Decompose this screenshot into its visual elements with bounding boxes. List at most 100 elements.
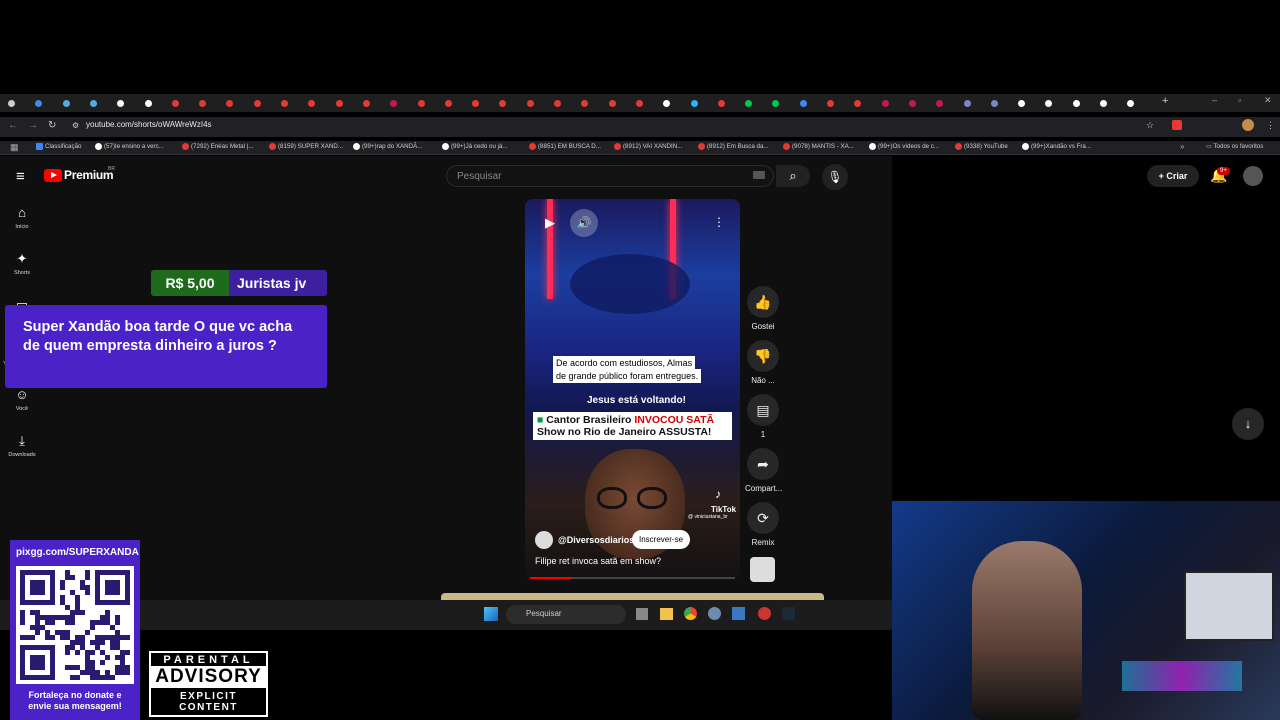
next-short-arrow-icon[interactable]: ↓ bbox=[1232, 408, 1264, 440]
volume-icon[interactable]: 🔊 bbox=[570, 209, 598, 237]
nav-item[interactable]: ☺ Você bbox=[0, 388, 44, 413]
browser-tab[interactable] bbox=[963, 100, 971, 107]
bookmark-item[interactable]: (99+)Xandão vs Fra... bbox=[1022, 143, 1091, 150]
browser-tab[interactable] bbox=[472, 100, 480, 107]
bookmark-item[interactable]: Classificação bbox=[36, 143, 81, 150]
channel-name[interactable]: @Diversosdiarios bbox=[558, 535, 634, 545]
all-bookmarks[interactable]: ▭ Todos os favoritos bbox=[1206, 143, 1263, 150]
browser-tab[interactable] bbox=[526, 100, 534, 107]
browser-tab[interactable] bbox=[1127, 100, 1135, 107]
short-description[interactable]: Filipe ret invoca satã em show? bbox=[535, 556, 661, 566]
bookmark-item[interactable]: (99+)Os vídeos de c... bbox=[869, 143, 939, 150]
browser-tab[interactable] bbox=[35, 100, 43, 107]
maximize-icon[interactable]: ▫ bbox=[1238, 95, 1241, 105]
short-video-player[interactable]: ▶ 🔊 ⋮ De acordo com estudiosos, Almas de… bbox=[525, 199, 740, 581]
url-field[interactable]: youtube.com/shorts/oWAWreWzI4s bbox=[86, 120, 212, 129]
bookmark-star-icon[interactable]: ☆ bbox=[1146, 120, 1154, 131]
browser-tab[interactable] bbox=[717, 100, 725, 107]
browser-tab[interactable] bbox=[362, 100, 370, 107]
voice-search-button[interactable]: 🎙 bbox=[822, 164, 848, 190]
browser-tab[interactable] bbox=[281, 100, 288, 107]
extension-icon[interactable] bbox=[1172, 120, 1182, 130]
browser-tab[interactable] bbox=[1018, 100, 1026, 107]
nav-item[interactable]: ⤓ Downloads bbox=[0, 434, 44, 459]
profile-avatar[interactable] bbox=[1242, 119, 1254, 131]
channel-avatar[interactable] bbox=[535, 531, 553, 549]
back-icon[interactable]: ← bbox=[8, 120, 18, 131]
browser-tab[interactable] bbox=[854, 100, 862, 107]
browser-tab[interactable] bbox=[581, 100, 589, 107]
bookmark-item[interactable]: (9078) MANTIS - XA... bbox=[783, 143, 854, 150]
browser-tab[interactable] bbox=[799, 100, 807, 107]
forward-icon[interactable]: → bbox=[28, 120, 38, 131]
browser-tab[interactable] bbox=[144, 100, 152, 107]
share-button[interactable]: ➦ Compart... bbox=[745, 448, 782, 493]
bookmark-item[interactable]: (99+)Já cedo ou já... bbox=[442, 143, 508, 150]
comments-button[interactable]: ▤ 1 bbox=[745, 394, 781, 439]
search-input[interactable]: Pesquisar bbox=[446, 165, 774, 187]
like-button[interactable]: 👍 Gostei bbox=[745, 286, 781, 331]
youtube-logo-icon[interactable] bbox=[44, 169, 62, 182]
bookmark-item[interactable]: (8851) EM BUSCA D... bbox=[529, 143, 601, 150]
browser-tab[interactable] bbox=[936, 100, 944, 107]
subscribe-button[interactable]: Inscrever-se bbox=[632, 530, 691, 549]
browser-tab[interactable] bbox=[226, 100, 234, 107]
bookmark-item[interactable]: (8912) Em Busca da... bbox=[698, 143, 769, 150]
remix-button[interactable]: ⟳ Remix bbox=[745, 502, 781, 547]
windows-start-icon[interactable] bbox=[484, 607, 498, 621]
browser-tab[interactable] bbox=[772, 100, 780, 107]
browser-tab[interactable] bbox=[635, 100, 643, 107]
browser-tab[interactable] bbox=[308, 100, 316, 107]
browser-tab[interactable] bbox=[390, 100, 398, 107]
bookmark-item[interactable]: (8912) VAI XANDIN... bbox=[614, 143, 682, 150]
bookmark-item[interactable]: (9338) YouTube bbox=[955, 143, 1008, 150]
browser-tab[interactable] bbox=[62, 100, 70, 107]
browser-tab[interactable] bbox=[253, 100, 261, 107]
browser-tab[interactable] bbox=[89, 100, 97, 107]
browser-tab[interactable] bbox=[608, 100, 616, 107]
browser-tab[interactable] bbox=[1100, 100, 1107, 107]
keyboard-icon[interactable] bbox=[753, 171, 765, 179]
browser-tab[interactable] bbox=[417, 100, 425, 107]
browser-tab[interactable] bbox=[499, 100, 507, 107]
file-explorer-icon[interactable] bbox=[660, 608, 673, 620]
account-avatar[interactable] bbox=[1243, 166, 1263, 186]
browser-tab[interactable] bbox=[663, 100, 671, 107]
site-info-icon[interactable]: ⚙ bbox=[72, 121, 79, 130]
reload-icon[interactable]: ↻ bbox=[48, 120, 56, 131]
create-button[interactable]: + Criar bbox=[1147, 165, 1199, 187]
browser-tab[interactable] bbox=[171, 100, 179, 107]
task-view-icon[interactable] bbox=[636, 608, 648, 620]
taskbar-search[interactable]: Pesquisar bbox=[506, 605, 626, 624]
minimize-icon[interactable]: – bbox=[1212, 95, 1217, 105]
chrome-icon[interactable] bbox=[684, 607, 697, 620]
browser-tab[interactable] bbox=[335, 100, 343, 107]
menu-icon[interactable]: ⋮ bbox=[1266, 120, 1275, 131]
new-tab-icon[interactable]: + bbox=[1162, 95, 1168, 107]
hamburger-menu-icon[interactable]: ≡ bbox=[16, 168, 25, 185]
steam-icon[interactable] bbox=[782, 607, 795, 620]
browser-tab[interactable] bbox=[990, 100, 998, 107]
apps-grid-icon[interactable]: ▦ bbox=[10, 142, 19, 153]
bookmark-item[interactable]: (99+)rap do XANDÃ... bbox=[353, 143, 422, 150]
nav-item[interactable]: ⌂ Início bbox=[0, 206, 44, 231]
browser-tab[interactable] bbox=[554, 100, 561, 107]
dislike-button[interactable]: 👎 Não ... bbox=[745, 340, 781, 385]
more-bookmarks-icon[interactable]: » bbox=[1180, 142, 1184, 151]
browser-tab[interactable] bbox=[199, 100, 207, 107]
search-button[interactable]: ⌕ bbox=[776, 165, 810, 187]
bookmark-item[interactable]: (7292) Enéas Metal |... bbox=[182, 143, 253, 150]
browser-tab[interactable] bbox=[881, 100, 889, 107]
browser-tab[interactable] bbox=[1045, 100, 1053, 107]
browser-tab[interactable] bbox=[444, 100, 452, 107]
more-options-icon[interactable]: ⋮ bbox=[713, 215, 725, 229]
browser-tab[interactable] bbox=[690, 100, 698, 107]
obs-icon[interactable] bbox=[758, 607, 771, 620]
browser-tab[interactable] bbox=[117, 100, 125, 107]
browser-tab[interactable] bbox=[908, 100, 916, 107]
bookmark-item[interactable]: (57)Ie ensino a verc... bbox=[95, 143, 164, 150]
play-icon[interactable]: ▶ bbox=[545, 215, 555, 231]
settings-icon[interactable] bbox=[708, 607, 721, 620]
sound-thumbnail[interactable] bbox=[750, 557, 775, 582]
browser-tab[interactable] bbox=[827, 100, 834, 107]
